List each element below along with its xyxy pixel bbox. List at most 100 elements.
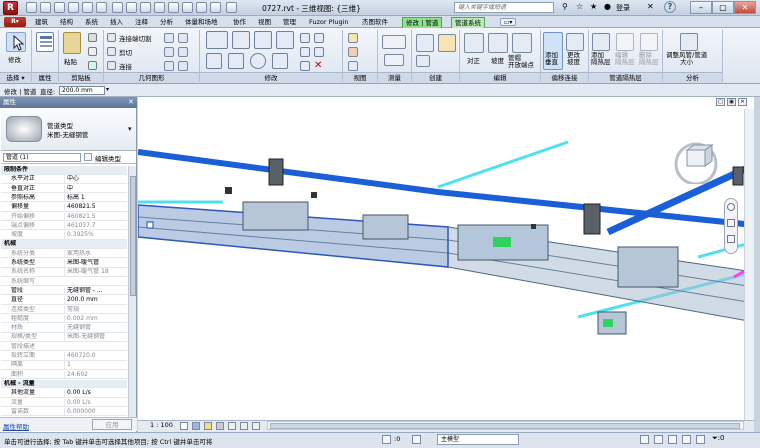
override-graphics-icon[interactable] [348,33,358,43]
apply-button[interactable]: 应用 [92,419,132,430]
exchange-icon[interactable]: ✕ [647,2,654,11]
close-hidden-icon[interactable] [196,2,207,13]
property-section-header[interactable]: 机械 [1,240,127,249]
properties-scrollbar[interactable] [128,166,136,423]
diameter-dropdown-icon[interactable]: ▾ [106,86,109,93]
mirror-draw-icon[interactable] [276,31,294,49]
mirror-axis-icon[interactable] [254,31,272,49]
property-section-header[interactable]: 限制条件 [1,166,127,175]
view-close-icon[interactable]: ✕ [738,98,747,106]
paste-icon[interactable] [63,32,81,54]
property-row[interactable]: 系统分类 家用热水 [1,249,127,259]
view-scale[interactable]: 1 : 100 [150,421,173,429]
trim-icon[interactable] [272,53,288,69]
viewport-scrollbar-horizontal[interactable] [267,421,744,430]
linework-icon[interactable] [348,47,358,57]
properties-help-link[interactable]: 属性帮助 [3,421,29,431]
property-row[interactable]: 系统缩写 [1,278,127,287]
diameter-input[interactable]: 200.0 mm [59,86,105,95]
property-value[interactable]: 无缝钢管 - ... [64,286,126,296]
property-value[interactable]: 标高 1 [64,193,126,203]
edit-type-icon[interactable] [84,153,92,161]
justify-icon[interactable] [464,33,484,53]
add-vertical-label[interactable]: 添加 垂直 [545,52,558,66]
join-geometry-label[interactable]: 连接 [119,61,132,71]
property-section-header[interactable]: 机械 - 流量 [1,379,127,389]
select-pinned-icon[interactable] [668,435,677,444]
move-icon[interactable] [206,53,222,69]
help-icon[interactable]: ? [664,1,676,13]
property-value[interactable]: 中 [64,184,126,194]
navigation-bar[interactable] [724,198,738,254]
filter-icon[interactable] [382,435,391,444]
copy-icon[interactable] [88,33,97,42]
unjoin-icon[interactable] [178,61,188,71]
help-search-input[interactable]: 键入关键字或短语 [454,2,554,13]
crop-view-icon[interactable] [228,422,236,430]
offset-icon[interactable] [232,31,250,49]
property-row[interactable]: 其他流量 0.00 L/s [1,389,127,398]
open-icon[interactable] [26,2,37,13]
zoom-region-icon[interactable] [727,219,735,227]
property-row[interactable]: 系统名称 米图-暖气管 18 [1,268,127,277]
drag-on-selection-icon[interactable] [696,435,705,444]
property-row[interactable]: 流量 0.00 L/s [1,398,127,407]
lock-view-icon[interactable] [240,422,248,430]
zoom-extents-icon[interactable] [727,235,735,243]
slope-icon[interactable] [488,33,508,53]
resize-ducts-pipes-icon[interactable] [680,33,698,51]
print-icon[interactable] [96,2,107,13]
array-icon[interactable] [300,47,310,57]
property-row[interactable]: 坡度 0.3925% [1,231,127,240]
temporary-hide-icon[interactable] [252,422,260,430]
tab-massing-site[interactable]: 体量和场地 [182,17,221,28]
split-element-icon[interactable] [300,33,310,43]
view-maximize-icon[interactable]: ▣ [727,98,736,106]
edit-insulation-icon[interactable] [616,33,634,51]
steering-wheel-icon[interactable] [727,203,735,211]
measure-icon[interactable] [112,2,123,13]
section-icon[interactable] [168,2,179,13]
switch-window-icon[interactable] [210,2,221,13]
slope-label[interactable]: 坡度 [491,55,504,65]
detail-level-icon[interactable] [180,422,188,430]
property-value[interactable]: 0.00 L/s [64,389,126,398]
add-insulation-label[interactable]: 添加 隔热层 [591,52,611,66]
3d-view-icon[interactable] [154,2,165,13]
change-slope-icon[interactable] [566,33,584,51]
tab-collaborate[interactable]: 协作 [230,17,249,28]
copy-element-icon[interactable] [228,53,244,69]
sync-icon[interactable] [54,2,65,13]
demolish-icon[interactable] [178,33,188,43]
split-gap-icon[interactable] [314,33,324,43]
tab-analyze[interactable]: 分析 [157,17,176,28]
justify-label[interactable]: 对正 [467,55,480,65]
property-row[interactable]: 雷诺数 0.000000 [1,407,127,417]
cap-open-ends-label[interactable]: 管帽 开放端点 [508,55,534,69]
edit-type-button[interactable]: 编辑类型 [95,153,121,163]
grip-handle[interactable] [146,221,154,229]
minimize-button[interactable]: – [690,1,712,14]
property-row[interactable]: 面积 24.602 [1,370,127,380]
hide-in-view-icon[interactable] [348,61,358,71]
join-cut-label[interactable]: 连接端切割 [119,33,152,43]
tab-piping-systems[interactable]: 管道系统 [451,17,485,28]
dimension-icon[interactable] [126,2,137,13]
sun-path-icon[interactable] [204,422,212,430]
visual-style-icon[interactable] [192,422,200,430]
pin-icon[interactable] [300,61,310,71]
redo-icon[interactable] [82,2,93,13]
create-assembly-icon[interactable] [416,55,430,67]
viewcube-icon[interactable] [674,140,718,184]
paste-label[interactable]: 粘贴 [64,56,77,66]
minimize-ribbon-icon[interactable]: ▭▾ [500,18,516,26]
cope-icon[interactable] [107,33,116,42]
property-row[interactable]: 粗糙度 0.002 mm [1,314,127,324]
filter-funnel-icon[interactable]: ⏷:0 [712,434,724,443]
wall-joins-icon[interactable] [164,33,174,43]
property-row[interactable]: 材质 无缝钢管 [1,324,127,333]
pick-to-edit-icon[interactable] [164,61,174,71]
undo-icon[interactable] [68,2,79,13]
split-face-icon[interactable] [164,47,174,57]
view-restore-icon[interactable]: □ [716,98,725,106]
